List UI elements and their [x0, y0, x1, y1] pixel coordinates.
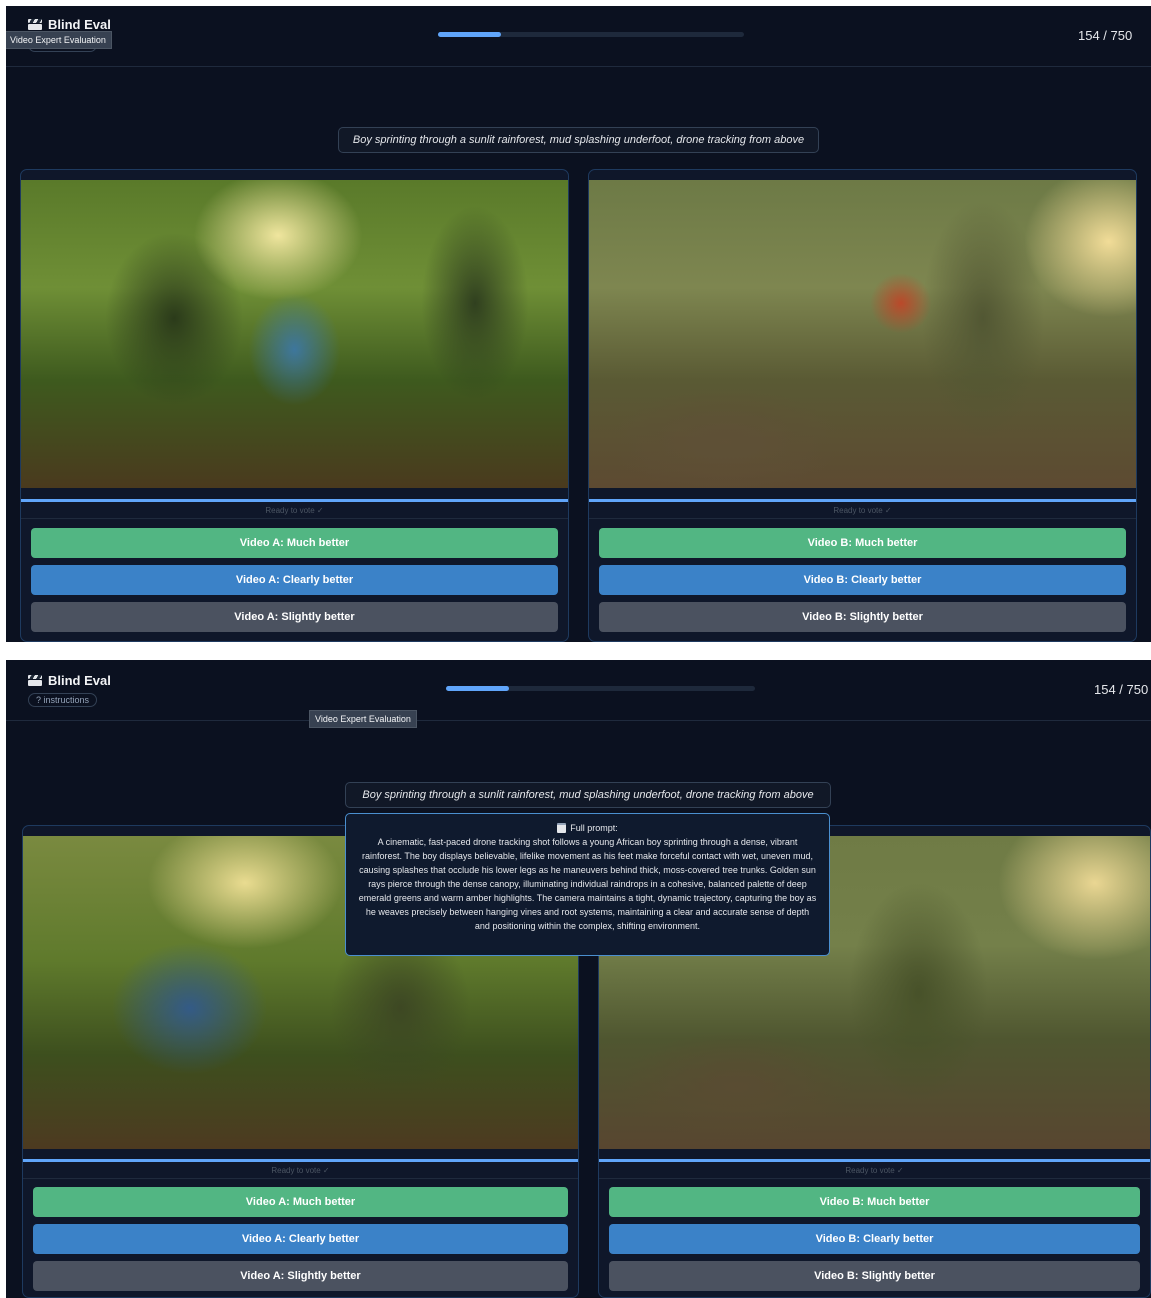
video-b-status: Ready to vote ✓: [845, 1166, 904, 1175]
full-prompt-popover: Full prompt: A cinematic, fast-paced dro…: [345, 813, 830, 956]
video-a-much-better-button[interactable]: Video A: Much better: [31, 528, 558, 558]
full-prompt-header: Full prompt:: [358, 821, 817, 835]
divider: [599, 1178, 1150, 1179]
video-a-clearly-better-button[interactable]: Video A: Clearly better: [31, 565, 558, 595]
video-a-much-better-button[interactable]: Video A: Much better: [33, 1187, 568, 1217]
divider: [23, 1178, 578, 1179]
divider: [589, 518, 1136, 519]
video-a-panel: Ready to vote ✓ Video A: Much better Vid…: [20, 169, 569, 642]
video-b-frame[interactable]: [589, 180, 1136, 488]
progress-fill: [446, 686, 510, 691]
video-a-progress: [23, 1159, 578, 1162]
video-a-clearly-better-button[interactable]: Video A: Clearly better: [33, 1224, 568, 1254]
video-b-much-better-button[interactable]: Video B: Much better: [599, 528, 1126, 558]
video-b-clearly-better-button[interactable]: Video B: Clearly better: [599, 565, 1126, 595]
video-b-progress: [599, 1159, 1150, 1162]
video-a-status: Ready to vote ✓: [265, 506, 324, 515]
video-b-slightly-better-button[interactable]: Video B: Slightly better: [599, 602, 1126, 632]
prompt-short[interactable]: Boy sprinting through a sunlit rainfores…: [338, 127, 819, 153]
header: Blind Eval ? instructions 154 / 750: [6, 660, 1151, 721]
brand: Blind Eval: [28, 673, 111, 688]
clipboard-icon: [557, 823, 567, 833]
progress-bar: [438, 32, 744, 37]
video-a-progress: [21, 499, 568, 502]
divider: [21, 518, 568, 519]
brand: Blind Eval: [28, 17, 111, 32]
app-title: Blind Eval: [48, 17, 111, 32]
video-a-status: Ready to vote ✓: [271, 1166, 330, 1175]
video-a-frame[interactable]: [21, 180, 568, 488]
video-a-slightly-better-button[interactable]: Video A: Slightly better: [33, 1261, 568, 1291]
video-b-status: Ready to vote ✓: [833, 506, 892, 515]
progress-fill: [438, 32, 501, 37]
progress-counter: 154 / 750: [1078, 28, 1133, 43]
instructions-button[interactable]: ? instructions: [28, 693, 98, 707]
video-b-much-better-button[interactable]: Video B: Much better: [609, 1187, 1140, 1217]
prompt-short[interactable]: Boy sprinting through a sunlit rainfores…: [345, 782, 831, 808]
video-b-clearly-better-button[interactable]: Video B: Clearly better: [609, 1224, 1140, 1254]
video-b-slightly-better-button[interactable]: Video B: Slightly better: [609, 1261, 1140, 1291]
tooltip: Video Expert Evaluation: [309, 710, 417, 728]
video-b-progress: [589, 499, 1136, 502]
screenshot-2: Blind Eval ? instructions 154 / 750 Vide…: [6, 660, 1151, 1298]
screenshot-1: Blind Eval ? instructions Video Expert E…: [6, 6, 1151, 642]
video-b-panel: Ready to vote ✓ Video B: Much better Vid…: [588, 169, 1137, 642]
full-prompt-text: A cinematic, fast-paced drone tracking s…: [358, 837, 817, 931]
tooltip: Video Expert Evaluation: [6, 31, 112, 49]
video-a-slightly-better-button[interactable]: Video A: Slightly better: [31, 602, 558, 632]
progress-counter: 154 / 750: [1094, 682, 1149, 697]
app-title: Blind Eval: [48, 673, 111, 688]
progress-bar: [446, 686, 755, 691]
full-prompt-label: Full prompt:: [570, 823, 618, 833]
header: Blind Eval ? instructions Video Expert E…: [6, 6, 1151, 67]
clapperboard-icon: [28, 675, 42, 686]
clapperboard-icon: [28, 19, 42, 30]
